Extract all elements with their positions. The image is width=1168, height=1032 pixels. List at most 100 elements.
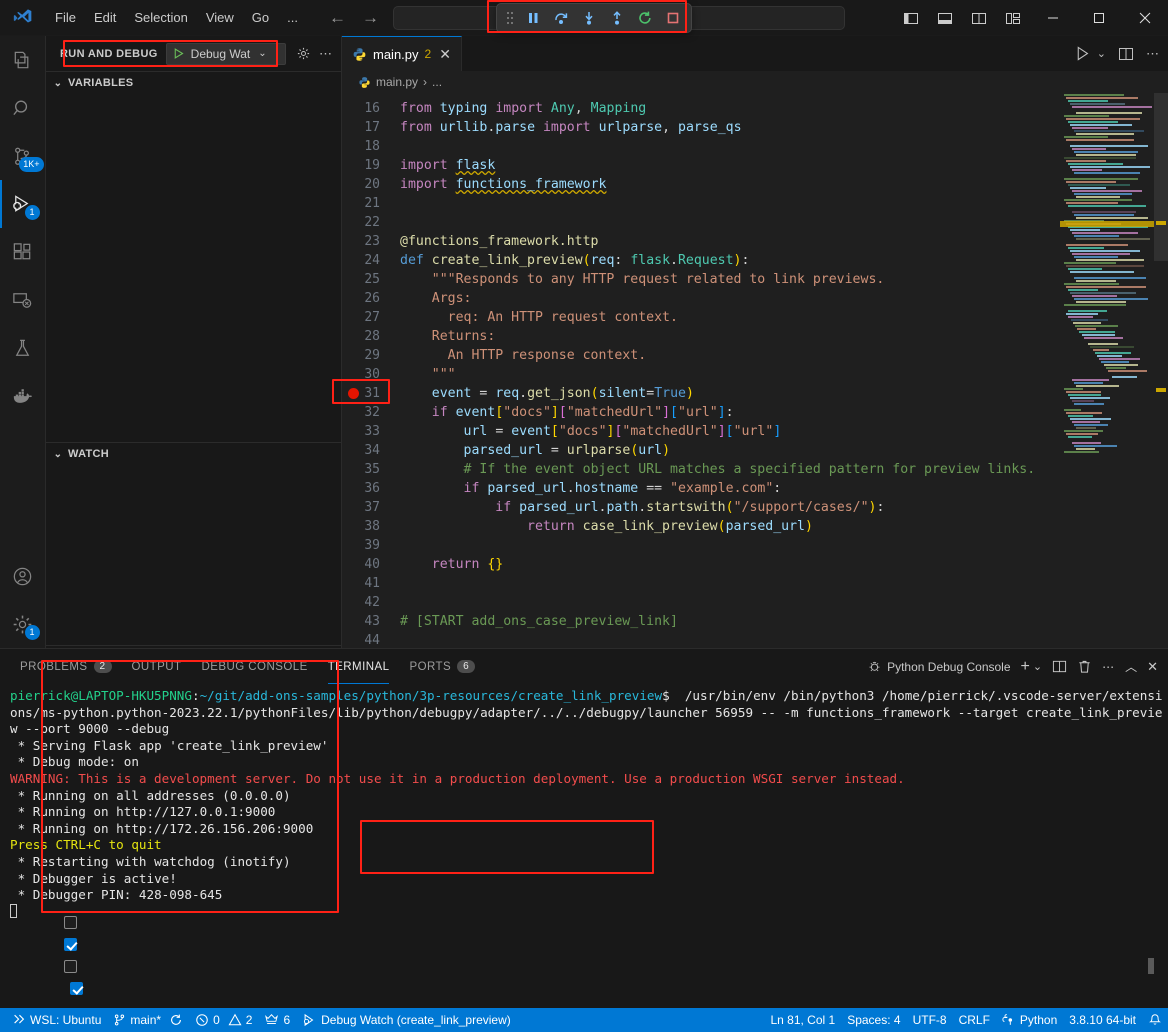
code-line[interactable]: def create_link_preview(req: flask.Reque… <box>400 251 1060 270</box>
menu-file[interactable]: File <box>46 6 85 29</box>
line-number[interactable]: 28 <box>342 327 400 346</box>
code-line[interactable]: Args: <box>400 289 1060 308</box>
code-editor[interactable]: 1617181920212223242526272829303132333435… <box>342 93 1168 648</box>
line-number[interactable]: 36 <box>342 479 400 498</box>
code-line[interactable]: req: An HTTP request context. <box>400 308 1060 327</box>
code-line[interactable] <box>400 137 1060 156</box>
split-editor-right-icon[interactable] <box>1118 46 1134 62</box>
line-number[interactable]: 23 <box>342 232 400 251</box>
sidebar-item-search[interactable] <box>0 84 46 132</box>
open-debug-settings-icon[interactable] <box>296 46 311 61</box>
editor-more-actions-icon[interactable]: ⋯ <box>1146 46 1160 62</box>
sidebar-item-run-and-debug[interactable]: 1 <box>0 180 46 228</box>
close-panel-icon[interactable]: ✕ <box>1147 659 1158 675</box>
watch-section-header[interactable]: ⌄ WATCH <box>46 443 341 465</box>
menu-go[interactable]: Go <box>243 6 278 29</box>
code-line[interactable] <box>400 593 1060 612</box>
tab-main-py[interactable]: main.py 2 ✕ <box>342 36 462 71</box>
debug-toolbar-drag-handle[interactable] <box>501 11 519 25</box>
go-forward-icon[interactable]: → <box>362 8 379 28</box>
close-button[interactable] <box>1122 0 1168 36</box>
panel-tab-ports[interactable]: PORTS6 <box>399 649 485 684</box>
code-line[interactable]: event = req.get_json(silent=True) <box>400 384 1060 403</box>
status-editor-language[interactable]: Python <box>996 1013 1063 1027</box>
maximize-panel-icon[interactable]: ︿ <box>1125 658 1137 675</box>
code-line[interactable] <box>400 631 1060 648</box>
editor-minimap[interactable] <box>1060 93 1168 648</box>
line-number[interactable]: 35 <box>342 460 400 479</box>
line-number[interactable]: 17 <box>342 118 400 137</box>
code-line[interactable]: # If the event object URL matches a spec… <box>400 460 1060 479</box>
menu-selection[interactable]: Selection <box>125 6 196 29</box>
editor-gutter[interactable]: 1617181920212223242526272829303132333435… <box>342 93 400 648</box>
step-over-button[interactable] <box>547 6 575 30</box>
sidebar-item-explorer[interactable] <box>0 36 46 84</box>
code-line[interactable]: if event["docs"]["matchedUrl"]["url"]: <box>400 403 1060 422</box>
breadcrumb-symbol[interactable]: ... <box>432 75 442 89</box>
code-line[interactable] <box>400 536 1060 555</box>
code-line[interactable]: An HTTP response context. <box>400 346 1060 365</box>
menu-edit[interactable]: Edit <box>85 6 125 29</box>
line-number[interactable]: 38 <box>342 517 400 536</box>
debug-configuration-dropdown[interactable]: Debug Wat ⌄ <box>166 43 286 65</box>
code-line[interactable]: parsed_url = urlparse(url) <box>400 441 1060 460</box>
pause-button[interactable] <box>519 6 547 30</box>
line-number[interactable]: 32 <box>342 403 400 422</box>
status-editor-position[interactable]: Ln 81, Col 1 <box>764 1013 841 1027</box>
code-line[interactable]: from typing import Any, Mapping <box>400 99 1060 118</box>
split-terminal-icon[interactable] <box>1052 659 1067 674</box>
sidebar-item-remote-explorer[interactable] <box>0 276 46 324</box>
customize-layout-icon[interactable] <box>996 0 1030 35</box>
line-number[interactable]: 27 <box>342 308 400 327</box>
terminal-output[interactable]: pierrick@LAPTOP-HKU5PNNG:~/git/add-ons-s… <box>0 684 1168 1008</box>
code-line[interactable] <box>400 194 1060 213</box>
step-into-button[interactable] <box>575 6 603 30</box>
line-number[interactable]: 24 <box>342 251 400 270</box>
status-remote-indicator[interactable]: WSL: Ubuntu <box>6 1008 107 1032</box>
code-line[interactable]: Returns: <box>400 327 1060 346</box>
maximize-button[interactable] <box>1076 0 1122 36</box>
code-line[interactable]: @functions_framework.http <box>400 232 1060 251</box>
status-problems-indicator[interactable]: 0 2 <box>189 1008 258 1032</box>
line-number[interactable]: 16 <box>342 99 400 118</box>
status-branch-indicator[interactable]: main* <box>107 1008 189 1032</box>
code-line[interactable] <box>400 574 1060 593</box>
panel-tab-terminal[interactable]: TERMINAL <box>318 649 400 684</box>
status-notifications-bell[interactable] <box>1142 1013 1168 1027</box>
line-number[interactable]: 34 <box>342 441 400 460</box>
breadcrumb-file[interactable]: main.py <box>376 75 418 89</box>
line-number[interactable]: 43 <box>342 612 400 631</box>
variables-section-header[interactable]: ⌄ VARIABLES <box>46 72 341 94</box>
run-python-file-icon[interactable] <box>1074 45 1091 62</box>
sidebar-item-source-control[interactable]: 1K+ <box>0 132 46 180</box>
toggle-primary-sidebar-icon[interactable] <box>894 0 928 35</box>
line-number[interactable]: 41 <box>342 574 400 593</box>
restart-button[interactable] <box>631 6 659 30</box>
line-number[interactable]: 21 <box>342 194 400 213</box>
minimize-button[interactable] <box>1030 0 1076 36</box>
code-line[interactable]: # [START add_ons_case_preview_link] <box>400 612 1060 631</box>
stop-button[interactable] <box>659 6 687 30</box>
sidebar-item-testing[interactable] <box>0 324 46 372</box>
new-terminal-icon[interactable]: + <box>1021 658 1030 676</box>
code-line[interactable]: import flask <box>400 156 1060 175</box>
code-line[interactable]: return case_link_preview(parsed_url) <box>400 517 1060 536</box>
line-number[interactable]: 31 <box>342 384 400 403</box>
line-number[interactable]: 37 <box>342 498 400 517</box>
code-line[interactable]: import functions_framework <box>400 175 1060 194</box>
active-terminal-name[interactable]: Python Debug Console <box>867 659 1010 674</box>
step-out-button[interactable] <box>603 6 631 30</box>
line-number[interactable]: 18 <box>342 137 400 156</box>
status-debug-session[interactable]: Debug Watch (create_link_preview) <box>296 1008 517 1032</box>
sidebar-more-actions-icon[interactable]: ⋯ <box>319 46 333 62</box>
toggle-secondary-sidebar-icon[interactable] <box>962 0 996 35</box>
accounts-button[interactable] <box>0 552 46 600</box>
menu-more[interactable]: ... <box>278 6 307 29</box>
line-number[interactable]: 29 <box>342 346 400 365</box>
terminal-scrollbar[interactable] <box>1148 958 1154 974</box>
chevron-down-icon[interactable]: ⌄ <box>1033 660 1042 673</box>
line-number[interactable]: 22 <box>342 213 400 232</box>
sidebar-item-extensions[interactable] <box>0 228 46 276</box>
panel-tab-debug-console[interactable]: DEBUG CONSOLE <box>192 649 318 684</box>
editor-code-area[interactable]: from typing import Any, Mappingfrom urll… <box>400 93 1060 648</box>
